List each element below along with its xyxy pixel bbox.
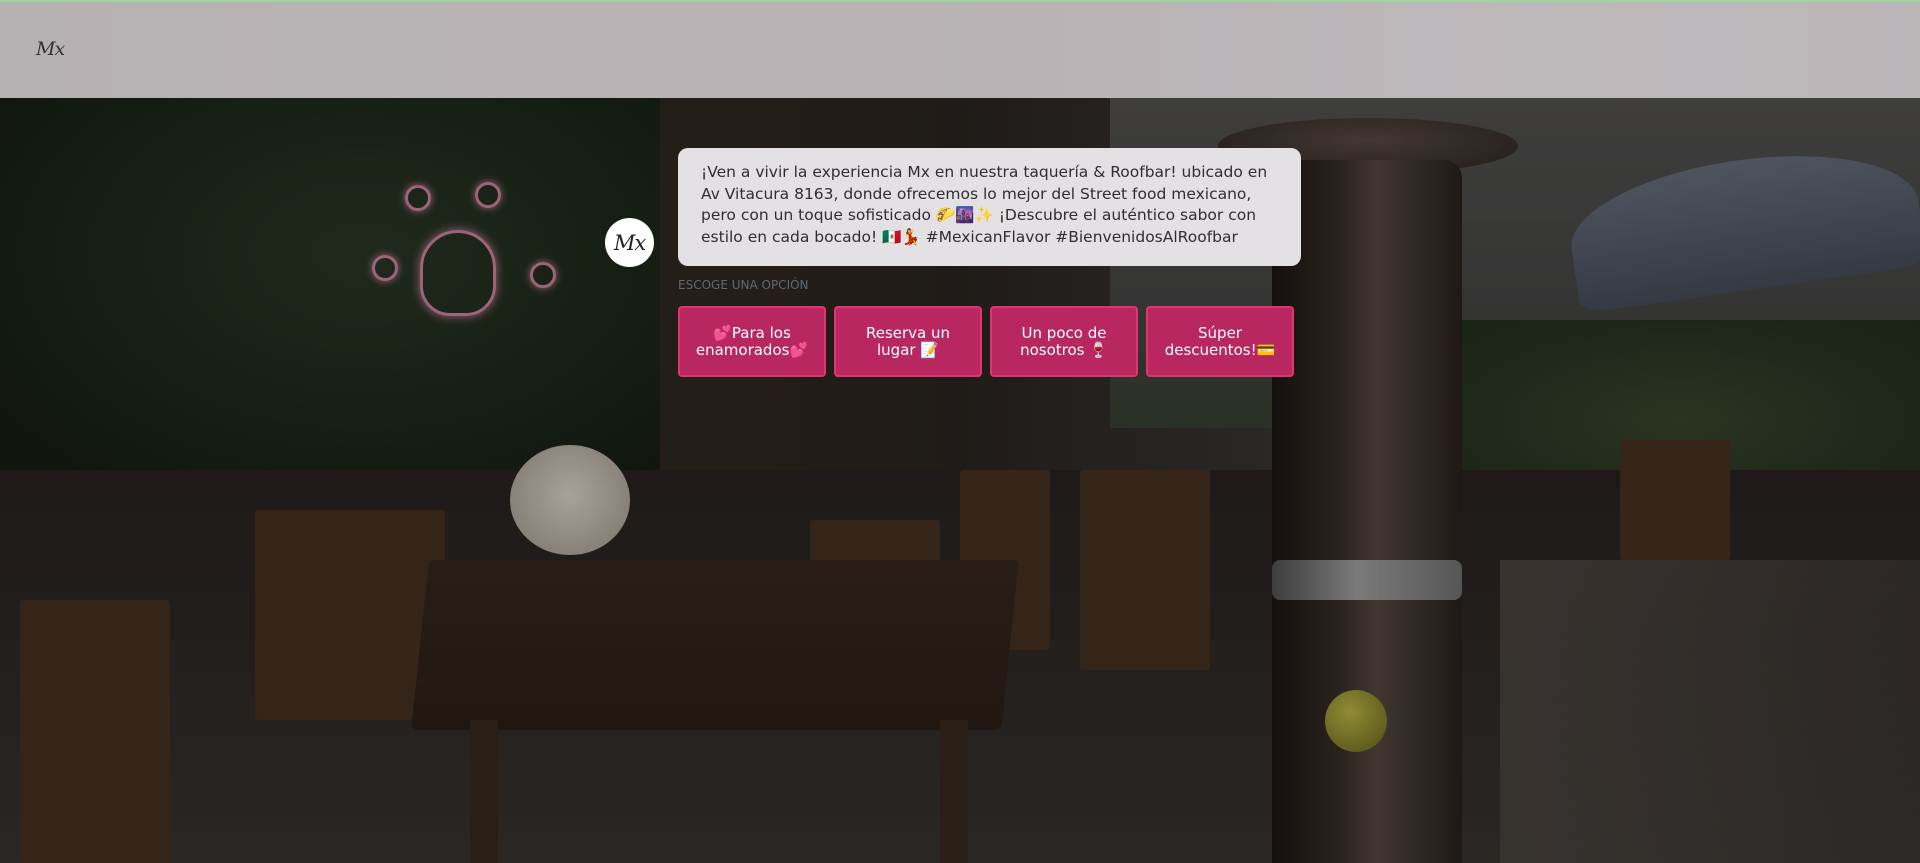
option-label: Un poco de nosotros 🍷 [1020, 323, 1108, 359]
option-button-descuentos[interactable]: Súper descuentos!💳 [1146, 306, 1294, 377]
background-photo [0, 0, 1920, 863]
dark-overlay [0, 0, 1920, 863]
options-prompt: Escoge una opción [678, 278, 809, 292]
bot-avatar: Mx [605, 218, 654, 267]
option-label: 💕Para los enamorados💕 [695, 323, 809, 359]
avatar-logo: Mx [613, 230, 646, 255]
option-label: Reserva un lugar 📝 [865, 323, 951, 359]
chat-message-text: ¡Ven a vivir la experiencia Mx en nuestr… [701, 163, 1268, 246]
logo[interactable]: Mx [36, 38, 65, 60]
chat-message-bubble: ¡Ven a vivir la experiencia Mx en nuestr… [678, 148, 1301, 266]
option-label: Súper descuentos!💳 [1164, 323, 1276, 359]
options-group: 💕Para los enamorados💕 Reserva un lugar 📝… [678, 306, 1294, 377]
option-button-nosotros[interactable]: Un poco de nosotros 🍷 [990, 306, 1138, 377]
header-bar: Mx [0, 2, 1920, 98]
option-button-enamorados[interactable]: 💕Para los enamorados💕 [678, 306, 826, 377]
option-button-reserva[interactable]: Reserva un lugar 📝 [834, 306, 982, 377]
